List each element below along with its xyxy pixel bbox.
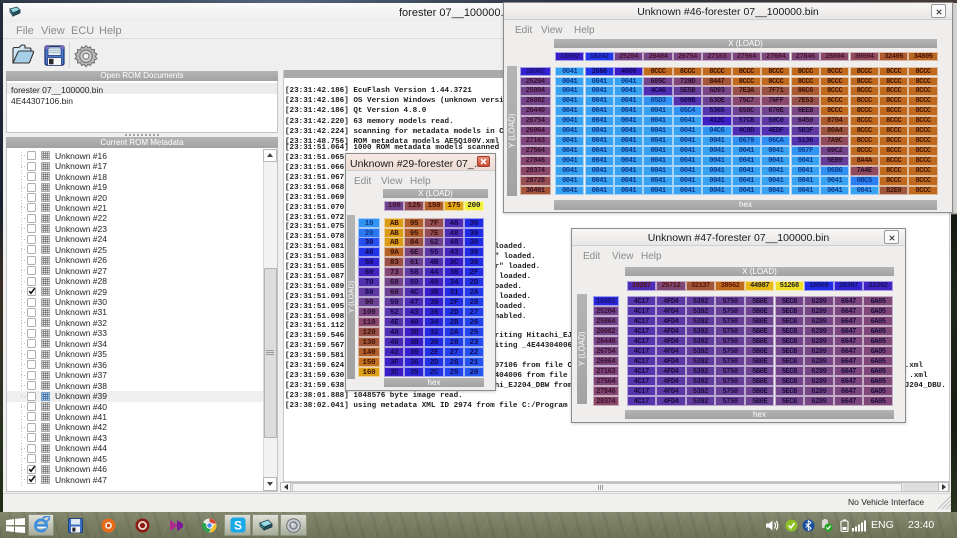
svg-text:S: S — [234, 519, 242, 533]
